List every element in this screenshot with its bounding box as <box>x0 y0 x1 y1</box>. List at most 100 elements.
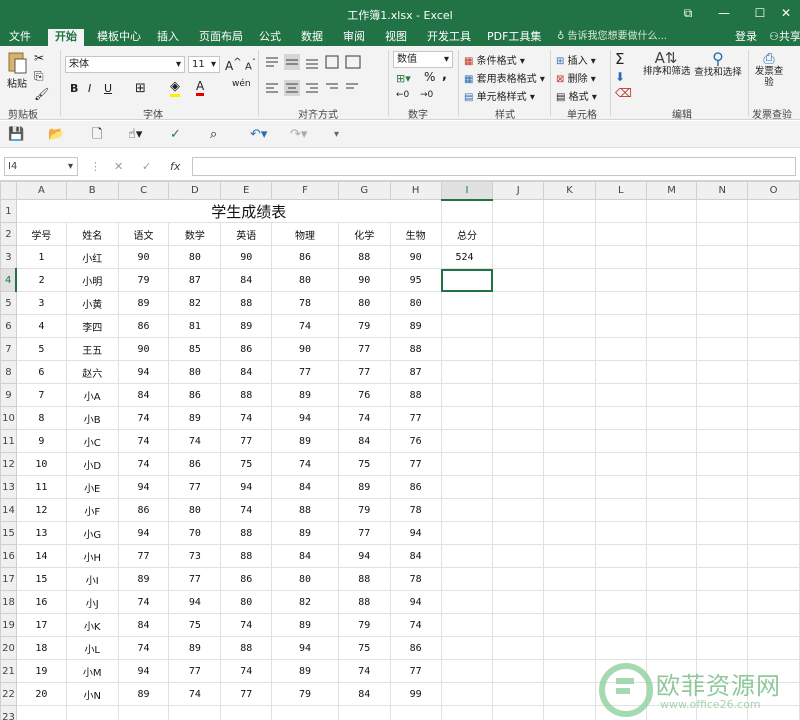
cell[interactable] <box>696 429 749 453</box>
cell[interactable] <box>492 245 545 269</box>
cell[interactable] <box>440 659 494 683</box>
cell[interactable] <box>747 268 800 292</box>
cell[interactable] <box>747 314 800 338</box>
row-header[interactable]: 2 <box>0 222 17 246</box>
cell[interactable]: 3 <box>15 291 67 315</box>
cell[interactable]: 86 <box>220 337 273 361</box>
cell[interactable]: 90 <box>220 245 273 269</box>
column-header[interactable]: G <box>337 181 391 200</box>
row-header[interactable]: 3 <box>0 245 17 269</box>
cell[interactable]: 11 <box>15 475 67 499</box>
cell[interactable]: 80 <box>168 245 222 269</box>
cell[interactable]: 84 <box>271 544 339 568</box>
cell[interactable] <box>645 383 698 407</box>
cell[interactable]: 75 <box>337 636 391 660</box>
cell[interactable]: 学号 <box>15 222 67 246</box>
column-header[interactable]: O <box>747 181 800 200</box>
cell[interactable]: 89 <box>117 291 170 315</box>
cell[interactable] <box>645 360 698 384</box>
copy-icon[interactable]: ⎘ <box>34 69 44 84</box>
cell[interactable]: 小D <box>65 452 119 476</box>
column-header[interactable]: E <box>220 181 273 200</box>
cell[interactable] <box>440 567 494 591</box>
cell[interactable]: 74 <box>168 429 222 453</box>
cell[interactable] <box>543 268 596 292</box>
cell[interactable] <box>440 613 494 637</box>
cell[interactable] <box>543 337 596 361</box>
cancel-icon[interactable]: ✕ <box>114 157 123 176</box>
cell[interactable]: 88 <box>271 498 339 522</box>
cell[interactable] <box>696 475 749 499</box>
cell[interactable]: 86 <box>389 475 442 499</box>
formula-input[interactable] <box>192 157 796 176</box>
font-name-select[interactable]: 宋体 ▾ <box>65 56 185 73</box>
autosum-button[interactable]: Σ <box>615 50 624 68</box>
cell[interactable]: 小M <box>65 659 119 683</box>
phonetic-button[interactable]: wén <box>232 79 251 89</box>
tell-me-box[interactable]: ♁ 告诉我您想要做什么... <box>550 29 674 46</box>
cell[interactable]: 88 <box>220 291 273 315</box>
cell[interactable] <box>696 544 749 568</box>
cell[interactable]: 王五 <box>65 337 119 361</box>
cell[interactable] <box>747 406 800 430</box>
cell[interactable]: 80 <box>168 498 222 522</box>
column-header[interactable]: C <box>117 181 170 200</box>
cell[interactable] <box>747 291 800 315</box>
cell[interactable] <box>492 429 545 453</box>
cell[interactable]: 77 <box>337 337 391 361</box>
cell[interactable]: 90 <box>337 268 391 292</box>
cell[interactable]: 20 <box>15 682 67 706</box>
cell[interactable]: 80 <box>168 360 222 384</box>
cell[interactable]: 13 <box>15 521 67 545</box>
cell[interactable] <box>440 521 494 545</box>
name-box[interactable]: I4 ▾ <box>4 157 78 176</box>
selected-cell[interactable] <box>440 268 494 292</box>
cell[interactable] <box>543 314 596 338</box>
cell[interactable]: 94 <box>168 590 222 614</box>
cell[interactable]: 74 <box>117 636 170 660</box>
cell[interactable] <box>543 475 596 499</box>
cell[interactable]: 95 <box>389 268 442 292</box>
row-header[interactable]: 7 <box>0 337 17 361</box>
cell[interactable] <box>645 452 698 476</box>
cell[interactable] <box>492 452 545 476</box>
cell[interactable]: 89 <box>168 406 222 430</box>
cell[interactable]: 数学 <box>168 222 222 246</box>
cell[interactable] <box>492 406 545 430</box>
cell[interactable] <box>492 383 545 407</box>
cell[interactable] <box>696 291 749 315</box>
cell[interactable] <box>594 222 647 246</box>
cell[interactable]: 75 <box>168 613 222 637</box>
cell[interactable] <box>492 567 545 591</box>
cell[interactable] <box>543 705 596 720</box>
cell[interactable]: 语文 <box>117 222 170 246</box>
cell[interactable]: 82 <box>168 291 222 315</box>
cell-styles-button[interactable]: ▤ 单元格样式 ▾ <box>464 88 535 103</box>
cell[interactable] <box>440 406 494 430</box>
cell[interactable] <box>645 291 698 315</box>
delete-cells-button[interactable]: ⊠ 删除 ▾ <box>556 70 596 85</box>
cell[interactable]: 99 <box>389 682 442 706</box>
cell[interactable]: 74 <box>220 498 273 522</box>
cell[interactable]: 姓名 <box>65 222 119 246</box>
column-header[interactable]: L <box>594 181 647 200</box>
cell[interactable]: 80 <box>389 291 442 315</box>
tab-data[interactable]: 数据 <box>294 29 330 46</box>
cell[interactable] <box>747 498 800 522</box>
print-preview-icon[interactable]: ⌕ <box>210 126 217 144</box>
cell[interactable]: 86 <box>117 314 170 338</box>
cell[interactable] <box>594 337 647 361</box>
cell[interactable]: 84 <box>337 682 391 706</box>
cell[interactable] <box>696 498 749 522</box>
cell[interactable] <box>747 429 800 453</box>
cell[interactable] <box>440 705 494 720</box>
cell[interactable]: 90 <box>117 245 170 269</box>
cell[interactable]: 88 <box>220 521 273 545</box>
tab-insert[interactable]: 插入 <box>150 29 186 46</box>
row-header[interactable]: 14 <box>0 498 17 522</box>
cell[interactable]: 94 <box>271 406 339 430</box>
cell[interactable]: 94 <box>389 590 442 614</box>
cell[interactable] <box>440 498 494 522</box>
cell[interactable] <box>440 199 494 223</box>
tab-view[interactable]: 视图 <box>378 29 414 46</box>
